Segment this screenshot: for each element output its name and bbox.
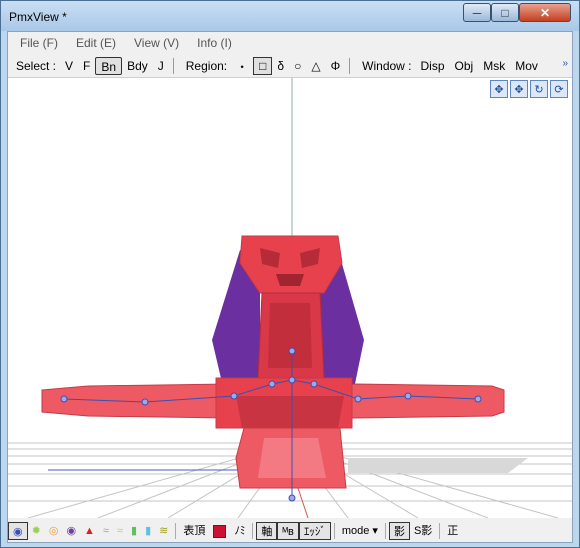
self-shadow-button[interactable]: S影 bbox=[410, 522, 436, 540]
region-triangle-button[interactable]: △ bbox=[306, 59, 325, 73]
shadow-button[interactable]: 影 bbox=[388, 522, 410, 540]
toolbar-separator bbox=[349, 58, 351, 74]
model-shadow bbox=[348, 458, 528, 473]
reset-icon[interactable]: ⟳ bbox=[550, 80, 568, 98]
maximize-button[interactable]: □ bbox=[491, 3, 519, 22]
status-separator bbox=[175, 523, 177, 539]
close-button[interactable]: ✕ bbox=[519, 3, 571, 22]
window-label: Window : bbox=[362, 59, 412, 73]
edge-button[interactable]: ｴｯｼﾞ bbox=[298, 522, 331, 540]
target-icon[interactable]: ◉ bbox=[62, 522, 80, 540]
window-obj-button[interactable]: Obj bbox=[450, 57, 479, 75]
sun-icon[interactable]: ◎ bbox=[45, 522, 63, 540]
region-point-button[interactable]: ・ bbox=[231, 58, 253, 75]
region-circle-button[interactable]: ○ bbox=[289, 59, 306, 73]
color-swatch[interactable] bbox=[209, 522, 230, 540]
3d-viewport[interactable]: ✥ ✥ ↻ ⟳ bbox=[8, 78, 572, 518]
minimize-button[interactable]: ─ bbox=[463, 3, 491, 22]
menu-file[interactable]: File (F) bbox=[8, 36, 64, 50]
wave-icon[interactable]: ≈ bbox=[99, 522, 113, 540]
window-title: PmxView * bbox=[9, 10, 67, 24]
hyoucho-button[interactable]: 表頂 bbox=[179, 522, 209, 540]
rotate-icon[interactable]: ↻ bbox=[530, 80, 548, 98]
scene-svg bbox=[8, 78, 572, 518]
star-icon[interactable]: ✹ bbox=[28, 522, 45, 540]
toolbar: Select : V F Bn Bdy J Region: ・ □ δ ○ △ … bbox=[8, 55, 572, 78]
region-rect-button[interactable]: □ bbox=[253, 57, 273, 75]
title-bar[interactable]: PmxView * ─ □ ✕ bbox=[1, 1, 579, 31]
move-xy-icon[interactable]: ✥ bbox=[490, 80, 508, 98]
status-separator bbox=[384, 523, 386, 539]
menu-view[interactable]: View (V) bbox=[122, 36, 185, 50]
window-disp-button[interactable]: Disp bbox=[416, 57, 450, 75]
model-mouth bbox=[276, 274, 304, 286]
model-hips-shade bbox=[236, 396, 344, 428]
mode-dropdown[interactable]: mode ▾ bbox=[338, 522, 382, 540]
status-separator bbox=[333, 523, 335, 539]
ripple-icon[interactable]: ≋ bbox=[155, 522, 172, 540]
menu-info[interactable]: Info (I) bbox=[185, 36, 238, 50]
viewport-tools: ✥ ✥ ↻ ⟳ bbox=[490, 80, 568, 98]
region-delta-button[interactable]: δ bbox=[272, 59, 289, 73]
select-label: Select : bbox=[16, 59, 57, 73]
menu-edit[interactable]: Edit (E) bbox=[64, 36, 122, 50]
client-area: File (F) Edit (E) View (V) Info (I) Sele… bbox=[7, 31, 573, 543]
status-separator bbox=[252, 523, 254, 539]
window-msk-button[interactable]: Msk bbox=[478, 57, 510, 75]
model-arm-left bbox=[41, 383, 229, 419]
select-face-button[interactable]: F bbox=[78, 57, 95, 75]
nomi-button[interactable]: ﾉﾐ bbox=[230, 522, 249, 540]
region-phi-button[interactable]: Φ bbox=[326, 59, 346, 73]
triangle-icon[interactable]: ▲ bbox=[80, 522, 99, 540]
front-view-button[interactable]: 正 bbox=[443, 522, 462, 540]
axis-button[interactable]: 軸 bbox=[256, 522, 278, 540]
point-mode-icon[interactable]: ◉ bbox=[8, 522, 28, 540]
toolbar-separator bbox=[172, 58, 174, 74]
select-vertex-button[interactable]: V bbox=[60, 57, 78, 75]
select-body-button[interactable]: Bdy bbox=[122, 57, 153, 75]
menu-bar: File (F) Edit (E) View (V) Info (I) bbox=[8, 32, 572, 54]
region-label: Region: bbox=[185, 59, 228, 73]
bar2-icon[interactable]: ▮ bbox=[141, 522, 155, 540]
model-arm-right bbox=[351, 383, 505, 419]
bar-icon[interactable]: ▮ bbox=[127, 522, 141, 540]
app-window: PmxView * ─ □ ✕ File (F) Edit (E) View (… bbox=[0, 0, 580, 548]
toolbar-overflow-icon[interactable]: » bbox=[562, 58, 568, 69]
move-xz-icon[interactable]: ✥ bbox=[510, 80, 528, 98]
wave2-icon[interactable]: ≈ bbox=[113, 522, 127, 540]
model-torso-front bbox=[268, 303, 312, 368]
window-mov-button[interactable]: Mov bbox=[510, 57, 543, 75]
select-joint-button[interactable]: J bbox=[153, 57, 169, 75]
select-bone-button[interactable]: Bn bbox=[95, 57, 123, 75]
bottom-toolbar: ◉ ✹ ◎ ◉ ▲ ≈ ≈ ▮ ▮ ≋ 表頂 ﾉﾐ 軸 ᴹʙ ｴｯｼﾞ mode… bbox=[8, 520, 572, 542]
status-separator bbox=[439, 523, 441, 539]
mb-button[interactable]: ᴹʙ bbox=[277, 522, 299, 540]
